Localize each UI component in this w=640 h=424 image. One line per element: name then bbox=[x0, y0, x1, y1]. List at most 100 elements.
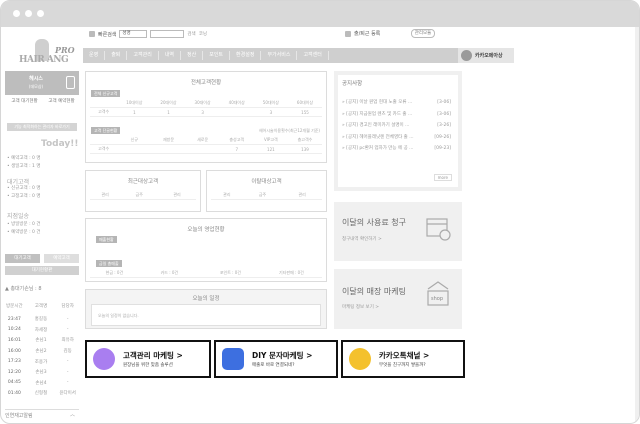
table-row: 관리 금주 관리 bbox=[90, 191, 196, 200]
notice-title: 공지사항 bbox=[342, 81, 363, 87]
bill-link[interactable]: 청구내역 확인하기 > bbox=[342, 236, 382, 242]
waiting-customers-button[interactable]: 대기고객 bbox=[5, 254, 40, 263]
waiting-board-button[interactable]: 대기현황판 bbox=[5, 266, 79, 275]
page-scrollbar[interactable] bbox=[635, 27, 639, 423]
nav-item-1[interactable]: 출퇴 bbox=[105, 51, 128, 60]
nav-item-4[interactable]: 정산 bbox=[181, 51, 204, 60]
logo-pro: PRO bbox=[55, 45, 75, 55]
bill-card[interactable]: 이달의 사용료 청구 청구내역 확인하기 > bbox=[334, 202, 462, 261]
nav-item-8[interactable]: 고객센터 bbox=[297, 51, 329, 60]
list-item[interactable]: » [공지] 지금원업 렌츠 및 카드 출 ... [3-06] bbox=[342, 109, 454, 121]
panel-title: 오늘의 일정 bbox=[192, 296, 220, 302]
promo-title: 고객관리 마케팅 > bbox=[123, 351, 183, 360]
list-item[interactable]: » [공지] 헤어플래닛렌 전체영타 출 ... [09-26] bbox=[342, 132, 454, 144]
person-icon bbox=[345, 30, 351, 37]
search-icon bbox=[89, 31, 95, 37]
visit-table: 23:47 홍길동 - 10:24 차세정 - 16:01 손님1 최유하 16:00 손님2… bbox=[1, 314, 81, 399]
promo-sub: 매출로 바로 연결되네? bbox=[252, 363, 295, 368]
commute-label: 출/퇴근 등록 bbox=[354, 31, 381, 37]
kakao-tab-label: 카카오메아상 bbox=[475, 53, 503, 59]
marketing-title: 이달의 매장 마케팅 bbox=[342, 287, 406, 296]
person-icon: ▲ bbox=[5, 286, 9, 292]
visit-table-header: 방문시간 고객명 담당자 bbox=[6, 304, 74, 309]
svg-text:shop: shop bbox=[431, 296, 443, 302]
list-item: • 예약고객 : 0 명 bbox=[7, 156, 41, 161]
nav-kakao-tab[interactable]: 카카오메아상 bbox=[458, 48, 514, 63]
chat-dots-icon bbox=[93, 348, 115, 370]
today-heading: Today!! bbox=[41, 139, 79, 149]
window-dot-close[interactable] bbox=[13, 10, 20, 17]
shop-brand-box: 헤시스 (데모샵) bbox=[5, 71, 79, 95]
window-dot-maximize[interactable] bbox=[37, 10, 44, 17]
table-row[interactable]: 16:00 손님2 김동 bbox=[1, 346, 81, 357]
table-row[interactable]: 16:01 손님1 최유하 bbox=[1, 335, 81, 346]
nav-item-0[interactable]: 운영 bbox=[83, 51, 106, 60]
waiting-status-link[interactable]: 고객 대기현황 bbox=[7, 99, 42, 119]
regular-table: 신규 재방문 새로운 충성고객 VIP고객 충고객수 고객수 7 121 139 bbox=[90, 136, 322, 154]
table-row[interactable]: 17:23 조용가 - bbox=[1, 356, 81, 367]
logout-icon[interactable] bbox=[66, 76, 75, 89]
sales-chip-1: 매출현황 bbox=[96, 236, 117, 243]
table-row[interactable]: 23:47 홍길동 - bbox=[1, 314, 81, 325]
panel-title: 오늘의 영업현황 bbox=[187, 227, 225, 233]
nav-item-7[interactable]: 부가서비스 bbox=[261, 51, 298, 60]
table-row: 고객수 1 1 3 3 155 bbox=[90, 108, 322, 117]
table-row[interactable]: 10:24 차세정 - bbox=[1, 325, 81, 336]
hash-button[interactable]: 코닝 bbox=[199, 31, 207, 37]
sales-chip-2: 금일 총매출 bbox=[96, 260, 122, 267]
commute-register[interactable]: 출/퇴근 등록 bbox=[345, 30, 380, 37]
nav-item-3[interactable]: 내역 bbox=[159, 51, 182, 60]
chevron-up-icon: ︿ bbox=[69, 412, 75, 418]
today-sales-panel: 오늘의 영업현황 매출현황 금일 총매출 현금 : 0건 카드 : 0건 포인트 :… bbox=[85, 218, 327, 282]
nav-item-6[interactable]: 환경설정 bbox=[230, 51, 262, 60]
list-item[interactable]: » [공지] 경고인 래미카기 설명이 ... [3-26] bbox=[342, 120, 454, 132]
stock-alert-toggle[interactable]: 인연재고알림 ︿ bbox=[5, 409, 79, 419]
table-row[interactable]: 01:40 신형철 윤다이서 bbox=[1, 388, 81, 399]
schedule-empty: 오늘의 일정이 없습니다. bbox=[91, 304, 321, 326]
notice-more-button[interactable]: more bbox=[433, 174, 452, 181]
list-item: • 방일방문 : 0 건 bbox=[7, 222, 41, 227]
list-item: • 예약방문 : 0 건 bbox=[7, 230, 41, 235]
promo-sub: 원장님을 위한 맞춤 솔루션 bbox=[123, 363, 173, 368]
leave-target-panel: 이탈대상고객 관리 금주 관리 bbox=[206, 170, 327, 212]
list-item: • 고정고객 : 0 명 bbox=[7, 194, 41, 199]
reserved-customers-button[interactable]: 예약고객 bbox=[44, 254, 79, 263]
shop-sub: (데모샵) bbox=[28, 84, 44, 89]
reservation-status-link[interactable]: 고객 예약현황 bbox=[44, 99, 79, 119]
wait-res-buttons: 대기고객 예약고객 bbox=[5, 254, 79, 263]
notice-box: 공지사항 » [공지] 이날 원업 현대 노출 오류 ... [3-06] » [… bbox=[338, 75, 458, 187]
quick-search-select[interactable]: 성명 bbox=[119, 30, 148, 38]
marketing-link[interactable]: 마케팅 정보 보기 > bbox=[342, 304, 379, 310]
search-button[interactable]: 검색 bbox=[187, 31, 195, 37]
calendar-icon bbox=[426, 218, 451, 241]
table-row[interactable]: 12:20 손님3- bbox=[1, 367, 81, 378]
quick-search-input[interactable] bbox=[150, 30, 185, 38]
nav-item-5[interactable]: 포인트 bbox=[203, 51, 231, 60]
panel-title: 이탈대상고객 bbox=[251, 179, 282, 185]
total-waiting: ▲ 총대기손님 : 8 bbox=[5, 286, 42, 292]
today-schedule-panel: 오늘의 일정 오늘의 일정이 없습니다. bbox=[85, 289, 327, 329]
table-row[interactable]: 04:45 손님4- bbox=[1, 378, 81, 389]
panel-title: 최근대상고객 bbox=[127, 179, 159, 185]
table-row: 관리 금주 관리 bbox=[211, 191, 322, 200]
optimize-admin-link[interactable]: 기능 최적화하는 관리자 바로가기 bbox=[7, 123, 77, 131]
window-dot-minimize[interactable] bbox=[25, 10, 32, 17]
list-item: • 생일고객 : 1 명 bbox=[7, 164, 41, 169]
promo-title: 카카오톡채널 > bbox=[379, 351, 430, 360]
admin-module-button[interactable]: 관리모듈 bbox=[411, 29, 435, 38]
nav-item-2[interactable]: 고객관리 bbox=[127, 51, 159, 60]
new-customers-chip: 전체 신규고객 bbox=[91, 90, 121, 97]
sales-list: • 방일방문 : 0 건 • 예약방문 : 0 건 bbox=[7, 221, 40, 237]
promo-crm-card[interactable]: 고객관리 마케팅 > 원장님을 위한 맞춤 솔루션 bbox=[85, 340, 211, 378]
panel-title: 전체고객현황 bbox=[190, 80, 222, 86]
list-item[interactable]: » [공지] pc환커 업차가 만능 에 공 ... [09-23] bbox=[342, 143, 454, 155]
promo-kakao-card[interactable]: 카카오톡채널 > 무엇을 친구까지 쌓을까? bbox=[341, 340, 465, 378]
list-item[interactable]: » [공지] 이날 원업 현대 노출 오류 ... [3-06] bbox=[342, 97, 454, 109]
hairpro-logo[interactable]: PRO HAIR ANG bbox=[5, 37, 77, 71]
main-nav: 운영 출퇴 고객관리 내역 정산 포인트 환경설정 부가서비스 고객센터 bbox=[83, 48, 458, 63]
today-list: • 예약고객 : 0 명 • 생일고객 : 1 명 bbox=[7, 155, 40, 171]
promo-sms-card[interactable]: DIY 문자마케팅 > 매출로 바로 연결되네? bbox=[214, 340, 338, 378]
bill-title: 이달의 사용료 청구 bbox=[342, 218, 406, 227]
marketing-card[interactable]: 이달의 매장 마케팅 마케팅 정보 보기 > shop bbox=[334, 269, 462, 329]
left-sidebar: 헤시스 (데모샵) 고객 대기현황 고객 예약현황 기능 최적화하는 관리자 바… bbox=[1, 71, 81, 423]
